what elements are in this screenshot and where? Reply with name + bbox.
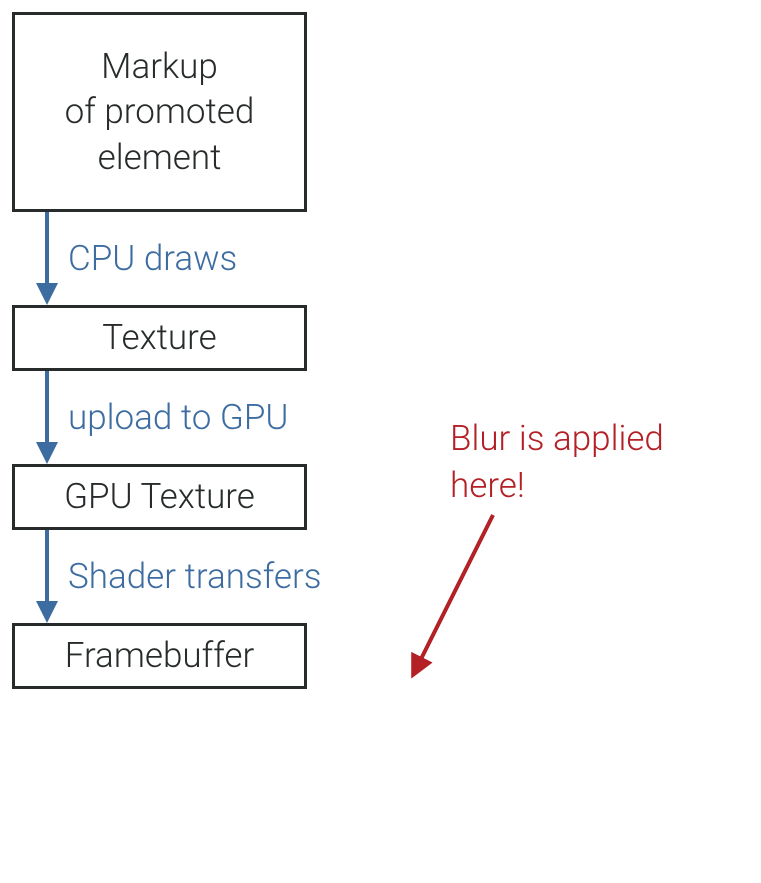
annotation-blur-line1: Blur is applied	[450, 418, 664, 459]
arrow-down-icon	[45, 212, 49, 305]
arrow-upload-gpu: upload to GPU	[12, 371, 307, 464]
box-markup: Markup of promoted element	[12, 12, 307, 212]
flowchart-diagram: Markup of promoted element CPU draws Tex…	[12, 12, 307, 689]
arrow-down-icon	[45, 530, 49, 623]
box-gpu-texture-label: GPU Texture	[64, 474, 255, 520]
arrow-cpu-draws: CPU draws	[12, 212, 307, 305]
annotation-blur: Blur is applied here!	[450, 415, 664, 510]
box-framebuffer-label: Framebuffer	[65, 633, 255, 679]
box-markup-line3: element	[98, 135, 222, 181]
box-texture: Texture	[12, 305, 307, 371]
arrow-label-shader-transfers: Shader transfers	[68, 556, 322, 597]
annotation-arrow-icon	[393, 505, 513, 705]
arrow-label-upload-gpu: upload to GPU	[68, 397, 288, 438]
arrow-down-icon	[45, 371, 49, 464]
annotation-blur-line2: here!	[450, 465, 525, 506]
box-framebuffer: Framebuffer	[12, 623, 307, 689]
arrow-label-cpu-draws: CPU draws	[68, 238, 237, 279]
box-texture-label: Texture	[102, 315, 216, 361]
arrow-shader-transfers: Shader transfers	[12, 530, 307, 623]
box-markup-line1: Markup	[101, 44, 218, 90]
box-markup-line2: of promoted	[65, 89, 255, 135]
box-gpu-texture: GPU Texture	[12, 464, 307, 530]
